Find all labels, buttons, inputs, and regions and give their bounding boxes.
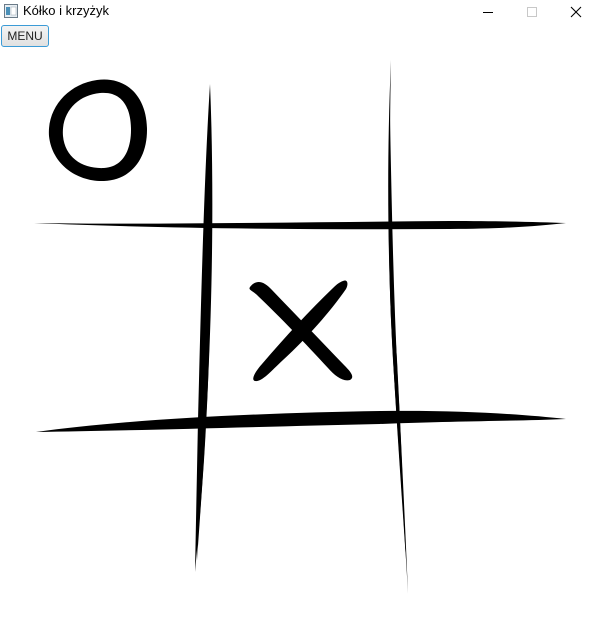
board-cell-8[interactable]: [406, 424, 566, 588]
board-cell-0[interactable]: [36, 60, 206, 222]
board-cell-7[interactable]: [204, 428, 400, 588]
board-cell-3[interactable]: [36, 230, 204, 415]
menu-button[interactable]: MENU: [1, 25, 49, 47]
board-cell-6[interactable]: [36, 434, 200, 584]
board-cell-1[interactable]: [212, 60, 390, 222]
board-cell-5[interactable]: [400, 230, 566, 416]
grid-line-horizontal-1: [34, 221, 566, 230]
board-cell-4[interactable]: [210, 230, 396, 410]
board-cell-2[interactable]: [396, 60, 566, 222]
game-window: Kółko i krzyżyk MENU: [0, 0, 598, 621]
